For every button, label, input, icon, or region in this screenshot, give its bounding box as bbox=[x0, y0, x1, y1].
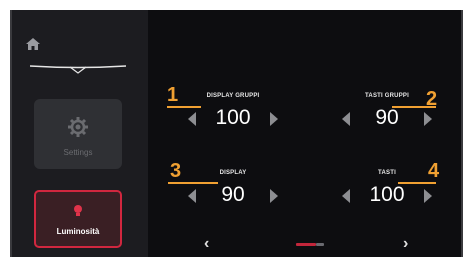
callout-number: 1 bbox=[167, 84, 179, 106]
decrease-arrow[interactable] bbox=[342, 189, 350, 203]
callout-number: 3 bbox=[170, 160, 182, 182]
display-control: DISPLAY 90 bbox=[178, 170, 288, 218]
brightness-icon bbox=[74, 204, 82, 216]
callout-underline bbox=[168, 182, 218, 184]
sidebar: Settings Luminosità bbox=[12, 10, 148, 257]
settings-label: Settings bbox=[63, 147, 93, 157]
display-screen: Settings Luminosità DISPLAY GRUPPI 100 T… bbox=[10, 10, 463, 257]
control-value: 90 bbox=[221, 183, 245, 206]
callout-underline bbox=[392, 106, 436, 108]
control-value: 90 bbox=[375, 106, 399, 129]
callout-number: 4 bbox=[428, 160, 440, 182]
control-label: TASTI bbox=[378, 170, 396, 176]
brand-logo bbox=[30, 65, 126, 74]
increase-arrow[interactable] bbox=[270, 189, 278, 203]
next-page-button[interactable]: › bbox=[403, 235, 408, 253]
prev-page-button[interactable]: ‹ bbox=[204, 235, 209, 253]
page-indicator bbox=[316, 243, 324, 246]
settings-tile[interactable]: Settings bbox=[34, 99, 122, 169]
callout-underline bbox=[398, 182, 436, 184]
decrease-arrow[interactable] bbox=[188, 189, 196, 203]
control-value: 100 bbox=[215, 106, 251, 129]
control-value: 100 bbox=[369, 183, 405, 206]
tasti-control: TASTI 100 bbox=[332, 170, 442, 218]
increase-arrow[interactable] bbox=[424, 112, 432, 126]
display-gruppi-control: DISPLAY GRUPPI 100 bbox=[178, 93, 288, 141]
callout-underline bbox=[167, 106, 201, 108]
decrease-arrow[interactable] bbox=[188, 112, 196, 126]
home-icon[interactable] bbox=[26, 38, 40, 50]
control-label: DISPLAY bbox=[219, 170, 247, 176]
increase-arrow[interactable] bbox=[270, 112, 278, 126]
page-indicator-active bbox=[296, 243, 316, 246]
gear-icon bbox=[68, 116, 88, 137]
control-label: DISPLAY GRUPPI bbox=[206, 93, 260, 99]
increase-arrow[interactable] bbox=[424, 189, 432, 203]
luminosita-label: Luminosità bbox=[56, 226, 100, 236]
decrease-arrow[interactable] bbox=[342, 112, 350, 126]
luminosita-tile[interactable]: Luminosità bbox=[34, 190, 122, 248]
